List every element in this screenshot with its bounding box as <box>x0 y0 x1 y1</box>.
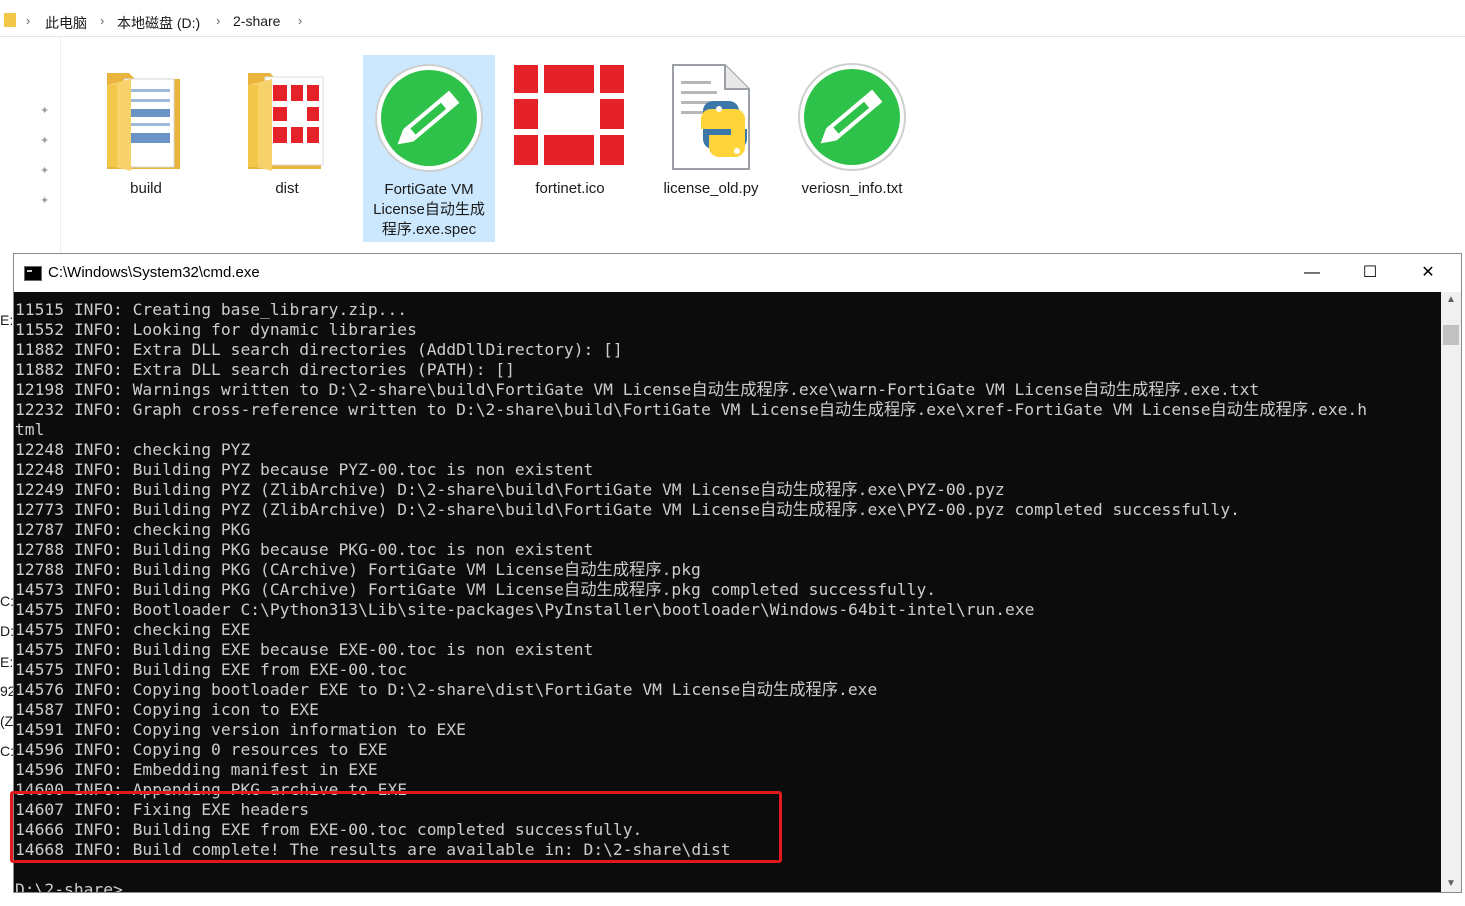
quick-access-pane: ✦ ✦ ✦ ✦ <box>0 37 61 267</box>
chevron-right-icon: › <box>216 13 221 28</box>
folder-icon <box>4 13 16 27</box>
nav-fragment: C: <box>0 593 14 609</box>
scrollbar[interactable]: ▲ ▼ <box>1441 292 1461 892</box>
console-line: 12248 INFO: checking PYZ <box>15 440 251 459</box>
console-line: 14575 INFO: Bootloader C:\Python313\Lib\… <box>15 600 1035 619</box>
file-name: build <box>130 180 162 197</box>
chevron-right-icon: › <box>100 13 105 28</box>
console-line: 11882 INFO: Extra DLL search directories… <box>15 340 623 359</box>
console-line: 14596 INFO: Embedding manifest in EXE <box>15 760 378 779</box>
cmd-title-bar[interactable]: C:\Windows\System32\cmd.exe — ☐ ✕ <box>14 254 1461 292</box>
window-title: C:\Windows\System32\cmd.exe <box>48 264 260 281</box>
console-line: 14576 INFO: Copying bootloader EXE to D:… <box>15 680 878 699</box>
command-prompt: D:\2-share> <box>15 880 123 892</box>
console-line: 14575 INFO: Building EXE from EXE-00.toc <box>15 660 408 679</box>
file-item-build[interactable]: build <box>80 55 212 240</box>
breadcrumb-drive-d[interactable]: 本地磁盘 (D:) <box>117 13 200 33</box>
file-item-spec[interactable]: FortiGate VM License自动生成 程序.exe.spec <box>363 55 495 242</box>
scrollbar-thumb[interactable] <box>1443 325 1459 345</box>
console-line: 12249 INFO: Building PYZ (ZlibArchive) D… <box>15 480 1005 499</box>
file-item-license-old-py[interactable]: license_old.py <box>645 55 777 240</box>
console-line: 14573 INFO: Building PKG (CArchive) Fort… <box>15 580 937 599</box>
minimize-button[interactable]: — <box>1283 254 1341 292</box>
console-line: 12248 INFO: Building PYZ because PYZ-00.… <box>15 460 594 479</box>
pin-icon[interactable]: ✦ <box>40 165 52 177</box>
file-item-fortinet-ico[interactable]: fortinet.ico <box>504 55 636 240</box>
file-name: veriosn_info.txt <box>801 180 903 197</box>
console-line: 14575 INFO: Building EXE because EXE-00.… <box>15 640 594 659</box>
edit-file-icon <box>364 60 494 172</box>
console-line: 12198 INFO: Warnings written to D:\2-sha… <box>15 380 1260 399</box>
console-line: 12788 INFO: Building PKG because PKG-00.… <box>15 540 594 559</box>
python-file-icon <box>645 59 777 171</box>
maximize-button[interactable]: ☐ <box>1341 254 1399 292</box>
breadcrumb-2-share[interactable]: 2-share <box>233 13 280 29</box>
console-line: 12232 INFO: Graph cross-reference writte… <box>15 400 1368 419</box>
folder-fortinet-icon <box>221 59 353 171</box>
console-line: 11552 INFO: Looking for dynamic librarie… <box>15 320 417 339</box>
scroll-up-icon[interactable]: ▲ <box>1441 292 1461 308</box>
pin-icon[interactable]: ✦ <box>40 135 52 147</box>
console-line: 12787 INFO: checking PKG <box>15 520 251 539</box>
file-item-dist[interactable]: dist <box>221 55 353 240</box>
file-item-veriosn-info-txt[interactable]: veriosn_info.txt <box>786 55 918 240</box>
nav-fragment: C: <box>0 743 14 759</box>
console-line: 14575 INFO: checking EXE <box>15 620 251 639</box>
folder-icon <box>80 59 212 171</box>
console-line: tml <box>15 420 45 439</box>
file-name: fortinet.ico <box>535 180 605 197</box>
breadcrumb[interactable]: › 此电脑 › 本地磁盘 (D:) › 2-share › <box>0 8 1465 37</box>
file-name: license_old.py <box>663 180 759 197</box>
console-line: 14587 INFO: Copying icon to EXE <box>15 700 319 719</box>
console-line: 14591 INFO: Copying version information … <box>15 720 466 739</box>
cmd-app-icon <box>24 266 42 281</box>
fortinet-icon <box>504 59 636 171</box>
console-line: 12773 INFO: Building PYZ (ZlibArchive) D… <box>15 500 1240 519</box>
file-name: FortiGate VM License自动生成 程序.exe.spec <box>373 181 485 238</box>
pin-icon[interactable]: ✦ <box>40 105 52 117</box>
chevron-right-icon: › <box>298 13 303 28</box>
console-line: 14596 INFO: Copying 0 resources to EXE <box>15 740 388 759</box>
close-button[interactable]: ✕ <box>1399 254 1457 292</box>
chevron-right-icon: › <box>26 13 31 28</box>
edit-file-icon <box>786 59 918 171</box>
console-line: 11882 INFO: Extra DLL search directories… <box>15 360 515 379</box>
console-line: 12788 INFO: Building PKG (CArchive) Fort… <box>15 560 701 579</box>
console-line: 11515 INFO: Creating base_library.zip... <box>15 300 408 319</box>
pin-icon[interactable]: ✦ <box>40 195 52 207</box>
nav-fragment: D: <box>0 623 14 639</box>
file-name: dist <box>275 180 299 197</box>
scroll-down-icon[interactable]: ▼ <box>1441 876 1461 892</box>
red-highlight-box <box>10 791 782 863</box>
breadcrumb-this-pc[interactable]: 此电脑 <box>45 13 87 33</box>
